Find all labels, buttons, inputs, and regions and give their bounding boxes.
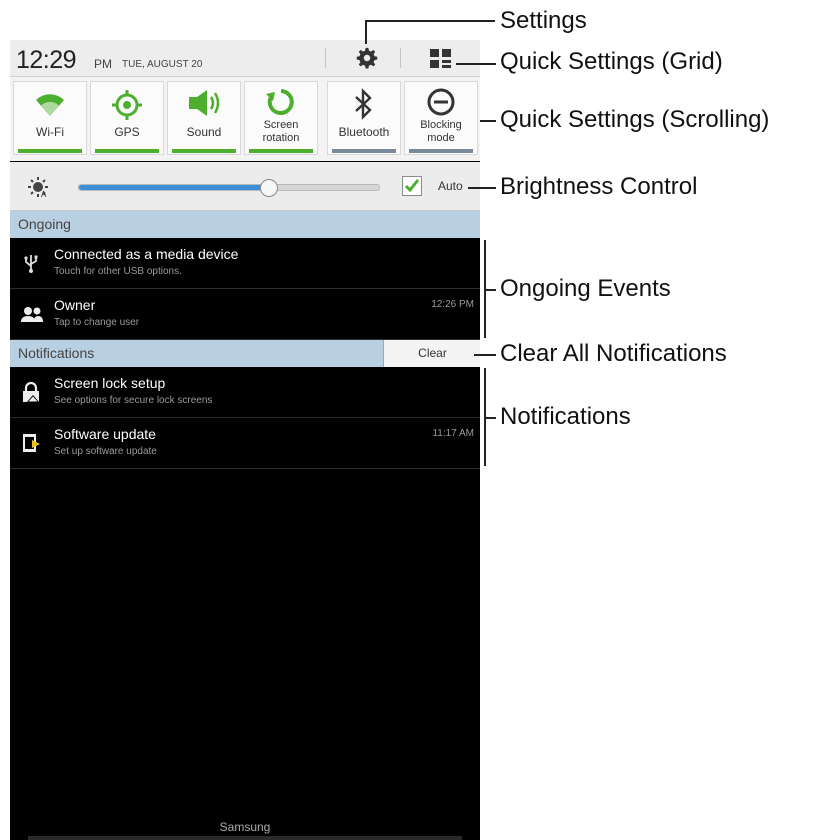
callout-line-settings — [365, 20, 495, 22]
settings-gear-icon[interactable] — [356, 47, 378, 69]
notification-title: Software update — [54, 426, 156, 442]
callout-label-brightness: Brightness Control — [500, 173, 698, 200]
sound-icon — [168, 88, 240, 122]
gps-icon — [91, 88, 163, 122]
callout-label-notifications: Notifications — [500, 403, 631, 430]
qs-inactive-indicator — [409, 149, 473, 153]
notification-subtitle: Set up software update — [54, 446, 157, 457]
section-title: Notifications — [18, 345, 95, 361]
lock-icon — [20, 381, 42, 403]
notification-subtitle: Touch for other USB options. — [54, 266, 182, 277]
qs-active-indicator — [95, 149, 159, 153]
qs-active-indicator — [18, 149, 82, 153]
rotation-icon — [245, 86, 317, 120]
qs-tile-label: Sound — [186, 125, 222, 139]
status-header: 12:29 PM TUE, AUGUST 20 — [10, 40, 480, 77]
quick-settings-row: Wi-Fi GPS Sound Screen rotation Bluetoot… — [10, 77, 480, 161]
brightness-control: A Auto — [10, 162, 480, 211]
qs-tile-label: Bluetooth — [338, 125, 390, 139]
divider — [400, 48, 401, 68]
status-date: TUE, AUGUST 20 — [122, 59, 203, 70]
ongoing-item-owner[interactable]: Owner Tap to change user 12:26 PM — [10, 289, 480, 340]
callout-line-qs-scrolling — [480, 120, 496, 122]
callout-line-notifications — [484, 417, 496, 419]
notification-subtitle: Tap to change user — [54, 317, 140, 328]
svg-text:A: A — [41, 190, 47, 198]
callout-label-qs-scrolling: Quick Settings (Scrolling) — [500, 106, 770, 133]
update-icon — [20, 432, 42, 454]
qs-inactive-indicator — [332, 149, 396, 153]
section-title: Ongoing — [18, 216, 71, 232]
callout-line-brightness — [468, 187, 496, 189]
usb-icon — [20, 252, 42, 274]
qs-tile-label: Screen rotation — [262, 119, 300, 144]
ongoing-section-header: Ongoing — [10, 211, 480, 238]
notification-time: 12:26 PM — [431, 299, 474, 310]
quick-settings-grid-icon[interactable] — [430, 49, 452, 69]
callout-label-qs-grid: Quick Settings (Grid) — [500, 48, 723, 75]
callout-line-qs-grid — [456, 63, 496, 65]
qs-tile-blocking-mode[interactable]: Blocking mode — [404, 81, 478, 155]
checkmark-icon — [404, 179, 420, 193]
qs-tile-gps[interactable]: GPS — [90, 81, 164, 155]
brightness-slider-fill — [79, 185, 268, 190]
brightness-slider[interactable] — [78, 179, 380, 197]
notification-time: 11:17 AM — [432, 428, 474, 439]
brightness-icon: A — [27, 176, 49, 199]
clock-time: 12:29 — [16, 46, 77, 74]
qs-tile-screen-rotation[interactable]: Screen rotation — [244, 81, 318, 155]
qs-tile-wifi[interactable]: Wi-Fi — [13, 81, 87, 155]
qs-tile-bluetooth[interactable]: Bluetooth — [327, 81, 401, 155]
notification-title: Connected as a media device — [54, 246, 239, 262]
notification-title: Owner — [54, 297, 96, 313]
auto-brightness-checkbox[interactable] — [402, 176, 422, 196]
panel-handle[interactable] — [28, 836, 462, 840]
notifications-section-header: Notifications Clear — [10, 340, 480, 367]
qs-tile-label: Blocking mode — [420, 119, 462, 144]
wifi-icon — [14, 88, 86, 122]
notification-item-screen-lock[interactable]: Screen lock setup See options for secure… — [10, 367, 480, 418]
qs-tile-label: GPS — [114, 125, 140, 139]
divider — [325, 48, 326, 68]
callout-line-clear-all — [474, 354, 496, 356]
qs-tile-sound[interactable]: Sound — [167, 81, 241, 155]
callout-label-ongoing: Ongoing Events — [500, 275, 671, 302]
qs-active-indicator — [249, 149, 313, 153]
ongoing-item-usb[interactable]: Connected as a media device Touch for ot… — [10, 238, 480, 289]
clock-ampm: PM — [94, 57, 112, 71]
callout-label-clear-all: Clear All Notifications — [500, 340, 727, 367]
qs-active-indicator — [172, 149, 236, 153]
qs-tile-label: Wi-Fi — [36, 125, 64, 139]
clear-all-button[interactable]: Clear — [383, 340, 480, 367]
brightness-slider-thumb[interactable] — [260, 179, 278, 197]
notification-item-software-update[interactable]: Software update Set up software update 1… — [10, 418, 480, 469]
notification-panel: 12:29 PM TUE, AUGUST 20 Wi-Fi GPS Sound … — [10, 40, 480, 840]
blocking-icon — [405, 86, 477, 120]
callout-line-settings — [365, 20, 367, 44]
notification-subtitle: See options for secure lock screens — [54, 395, 213, 406]
users-icon — [20, 303, 43, 325]
auto-brightness-label: Auto — [438, 179, 463, 193]
callout-line-ongoing — [484, 289, 496, 291]
callout-label-settings: Settings — [500, 7, 587, 34]
bluetooth-icon — [328, 88, 400, 122]
notification-title: Screen lock setup — [54, 375, 166, 391]
